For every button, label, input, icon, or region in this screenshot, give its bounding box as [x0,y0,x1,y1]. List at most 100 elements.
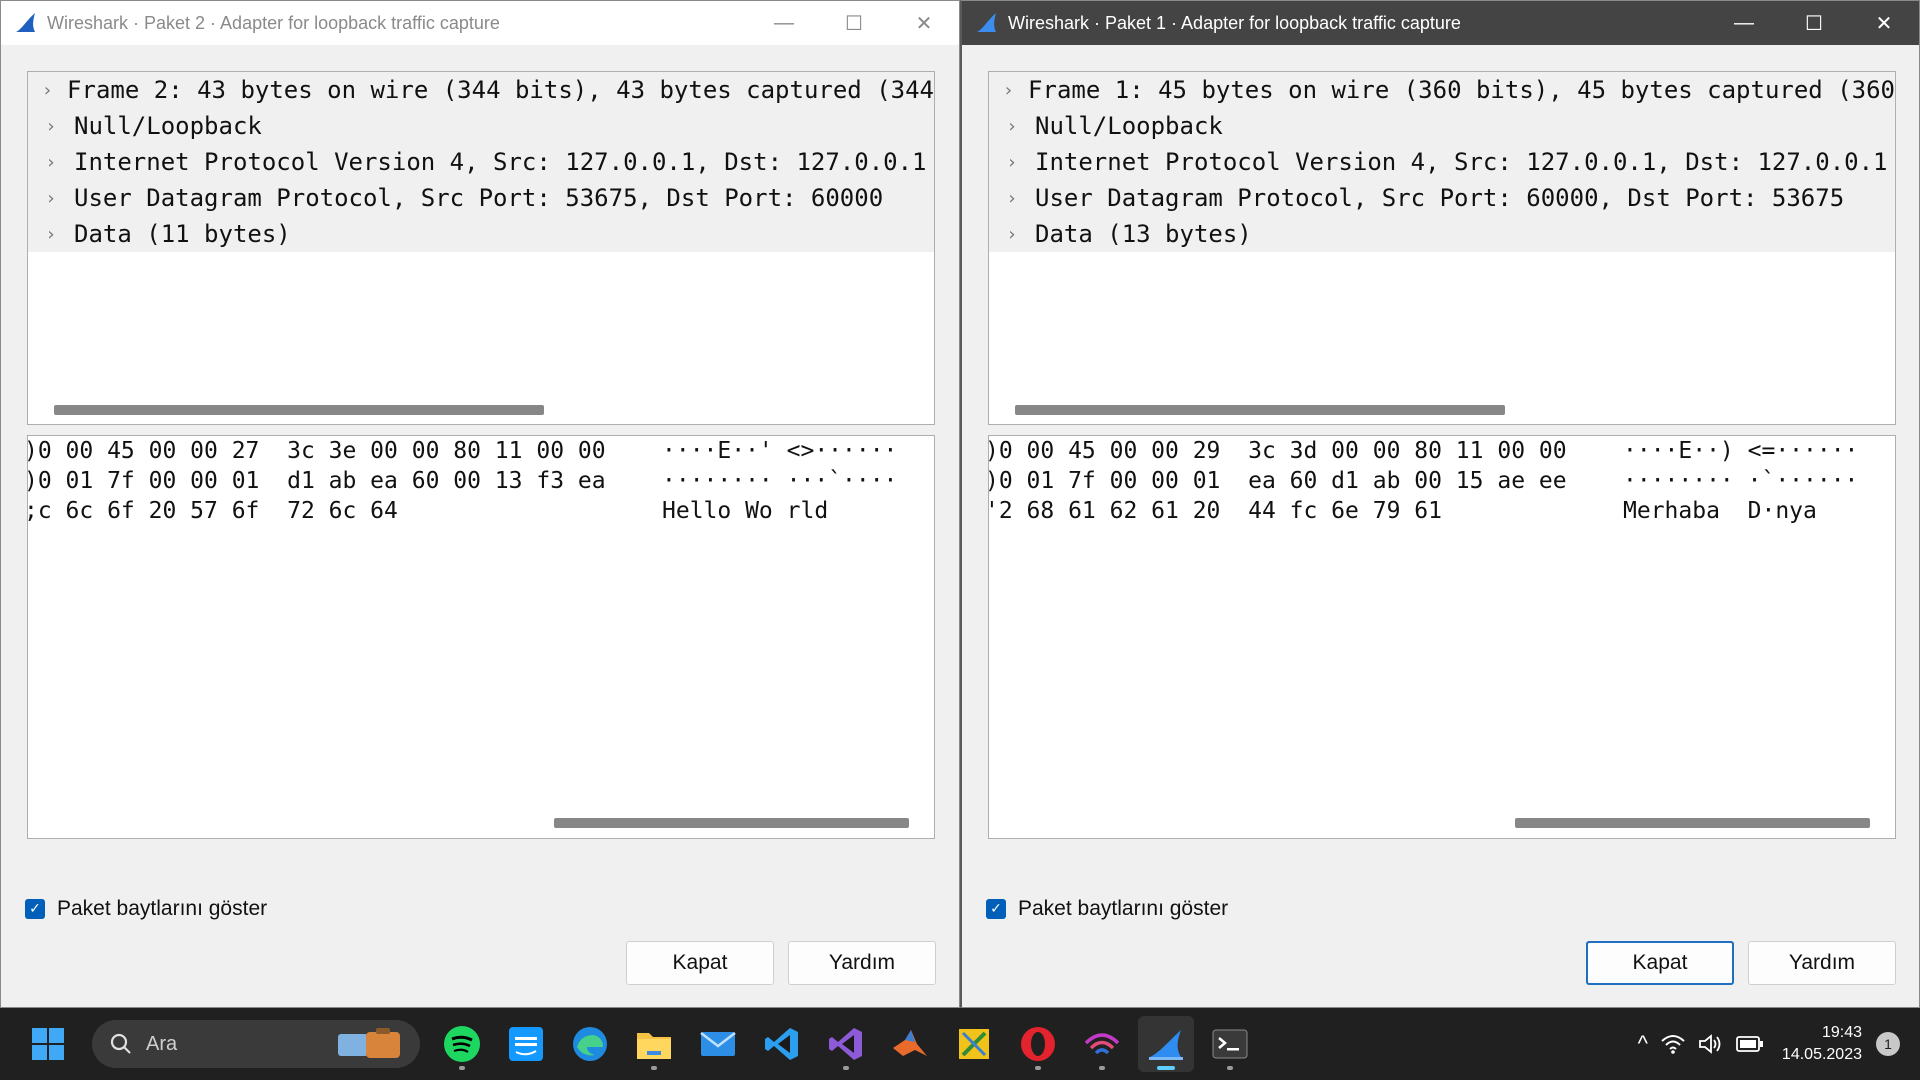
hex-row: '2 68 61 62 61 20 44 fc 6e 79 61 [988,498,1442,524]
tree-item-label: Null/Loopback [74,112,262,140]
search-box[interactable]: Ara [92,1020,420,1068]
show-packet-bytes-checkbox[interactable]: ✓ Paket baytlarını göster [25,897,267,921]
tree-item-ipv4[interactable]: › Internet Protocol Version 4, Src: 127.0… [989,144,1895,180]
tree-item-frame[interactable]: › Frame 2: 43 bytes on wire (344 bits), 4… [28,72,934,108]
chevron-right-icon[interactable]: › [28,152,74,173]
chevron-right-icon[interactable]: › [28,188,74,209]
desktop: Wireshark · Paket 2 · Adapter for loopba… [0,0,1920,1080]
running-indicator [459,1066,465,1070]
close-button[interactable]: Kapat [1586,941,1734,985]
chevron-right-icon[interactable]: › [989,188,1035,209]
packet-bytes-pane[interactable]: )0 00 45 00 00 29 3c 3d 00 00 80 11 00 0… [988,435,1896,839]
start-button[interactable] [20,1016,76,1072]
chevron-right-icon[interactable]: › [28,116,74,137]
close-window-button[interactable]: ✕ [889,1,959,45]
packet-window-2[interactable]: Wireshark · Paket 2 · Adapter for loopba… [0,0,960,1008]
help-button[interactable]: Yardım [1748,941,1896,985]
minimize-button[interactable]: — [1709,1,1779,45]
chevron-up-icon[interactable]: ^ [1638,1031,1648,1057]
file-explorer-icon[interactable] [626,1016,682,1072]
show-packet-bytes-checkbox[interactable]: ✓ Paket baytlarını göster [986,897,1228,921]
ascii-row: Hello Wo rld [662,498,829,524]
running-indicator [1227,1066,1233,1070]
tree-item-label: Internet Protocol Version 4, Src: 127.0.… [74,148,927,176]
matlab-icon[interactable] [882,1016,938,1072]
prime-video-icon[interactable] [498,1016,554,1072]
taskbar: Ara ^ 19:43 14.05.2023 1 [0,1008,1920,1080]
running-indicator [1035,1066,1041,1070]
ascii-row: ········ ·`······ [1623,468,1859,494]
tree-item-null-loopback[interactable]: › Null/Loopback [989,108,1895,144]
wireshark-fin-icon [977,13,996,32]
terminal-icon[interactable] [1202,1016,1258,1072]
maximize-button[interactable]: ☐ [819,1,889,45]
tree-item-label: Data (11 bytes) [74,220,291,248]
tree-item-udp[interactable]: › User Datagram Protocol, Src Port: 60000… [989,180,1895,216]
maximize-button[interactable]: ☐ [1779,1,1849,45]
hex-row: ;c 6c 6f 20 57 6f 72 6c 64 [27,498,398,524]
chevron-right-icon[interactable]: › [989,116,1035,137]
tree-item-frame[interactable]: › Frame 1: 45 bytes on wire (360 bits), 4… [989,72,1895,108]
tree-item-label: Frame 2: 43 bytes on wire (344 bits), 43… [67,76,934,104]
clock-time: 19:43 [1821,1024,1862,1041]
chevron-right-icon[interactable]: › [989,80,1028,101]
volume-icon[interactable] [1698,1033,1724,1055]
tree-item-label: User Datagram Protocol, Src Port: 53675,… [74,184,884,212]
tree-item-null-loopback[interactable]: › Null/Loopback [28,108,934,144]
clock-date: 14.05.2023 [1781,1046,1862,1063]
wireshark-taskbar-icon[interactable] [1138,1016,1194,1072]
app-tool-icon[interactable] [946,1016,1002,1072]
tree-item-udp[interactable]: › User Datagram Protocol, Src Port: 53675… [28,180,934,216]
ascii-row: Merhaba D·nya [1623,498,1817,524]
windows-logo-icon [32,1028,64,1060]
checkbox-checked-icon[interactable]: ✓ [25,899,45,919]
checkbox-checked-icon[interactable]: ✓ [986,899,1006,919]
packet-window-1[interactable]: Wireshark · Paket 1 · Adapter for loopba… [960,0,1920,1008]
spotify-icon[interactable] [434,1016,490,1072]
wifi-icon[interactable] [1660,1033,1686,1055]
notification-badge[interactable]: 1 [1876,1032,1900,1056]
chevron-right-icon[interactable]: › [989,152,1035,173]
mail-icon[interactable] [690,1016,746,1072]
wireshark-fin-icon [16,13,35,32]
tree-item-label: Internet Protocol Version 4, Src: 127.0.… [1035,148,1888,176]
clock[interactable]: 19:43 14.05.2023 [1782,1022,1862,1066]
battery-icon[interactable] [1736,1035,1764,1053]
wifi-app-icon[interactable] [1074,1016,1130,1072]
opera-icon[interactable] [1010,1016,1066,1072]
minimize-button[interactable]: — [749,1,819,45]
window-title: Wireshark · Paket 2 · Adapter for loopba… [47,12,500,33]
tree-item-label: Data (13 bytes) [1035,220,1252,248]
title-bar[interactable]: Wireshark · Paket 2 · Adapter for loopba… [1,1,959,45]
hex-row: )0 00 45 00 00 29 3c 3d 00 00 80 11 00 0… [988,438,1567,464]
checkbox-label: Paket baytlarını göster [57,897,268,920]
edge-browser-icon[interactable] [562,1016,618,1072]
horizontal-scrollbar-thumb[interactable] [1015,405,1505,415]
tree-item-label: Null/Loopback [1035,112,1223,140]
tree-item-data[interactable]: › Data (13 bytes) [989,216,1895,252]
running-indicator [651,1066,657,1070]
horizontal-scrollbar-thumb[interactable] [54,405,544,415]
tree-item-data[interactable]: › Data (11 bytes) [28,216,934,252]
tree-item-label: User Datagram Protocol, Src Port: 60000,… [1035,184,1845,212]
chevron-right-icon[interactable]: › [989,224,1035,245]
horizontal-scrollbar-thumb[interactable] [1515,818,1870,828]
packet-details-tree[interactable]: › Frame 1: 45 bytes on wire (360 bits), 4… [988,71,1896,425]
tree-item-label: Frame 1: 45 bytes on wire (360 bits), 45… [1028,76,1895,104]
help-button[interactable]: Yardım [788,941,936,985]
title-bar[interactable]: Wireshark · Paket 1 · Adapter for loopba… [962,1,1919,45]
chevron-right-icon[interactable]: › [28,224,74,245]
visual-studio-icon[interactable] [818,1016,874,1072]
horizontal-scrollbar-thumb[interactable] [554,818,909,828]
ascii-row: ····E··' <>······ [662,438,898,464]
close-button[interactable]: Kapat [626,941,774,985]
search-highlight-icon [338,1028,400,1058]
packet-details-tree[interactable]: › Frame 2: 43 bytes on wire (344 bits), 4… [27,71,935,425]
close-window-button[interactable]: ✕ [1849,1,1919,45]
tree-item-ipv4[interactable]: › Internet Protocol Version 4, Src: 127.0… [28,144,934,180]
search-placeholder: Ara [146,1032,178,1055]
running-indicator [1099,1066,1105,1070]
packet-bytes-pane[interactable]: )0 00 45 00 00 27 3c 3e 00 00 80 11 00 0… [27,435,935,839]
vscode-icon[interactable] [754,1016,810,1072]
chevron-right-icon[interactable]: › [28,80,67,101]
